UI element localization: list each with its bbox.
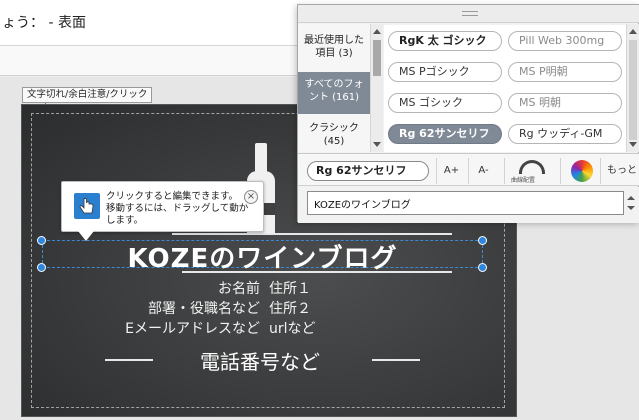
- editor-window: ょう： - 表面 文字切れ/余白注意/クリック KOZEのワインブログ お名前 …: [0, 0, 639, 420]
- more-button[interactable]: もっと >: [600, 158, 639, 184]
- resize-handle-top-left[interactable]: [37, 236, 46, 245]
- font-option[interactable]: MS Pゴシック: [388, 62, 502, 82]
- color-wheel-icon: [571, 160, 593, 182]
- scroll-up-icon[interactable]: [629, 29, 637, 34]
- font-grid-scrollbar[interactable]: [626, 24, 639, 152]
- scroll-thumb[interactable]: [373, 40, 381, 76]
- font-option[interactable]: RgK 太 ゴシック: [388, 31, 502, 51]
- scroll-track[interactable]: [629, 40, 637, 140]
- department-text[interactable]: 部署・役職名など: [82, 298, 260, 318]
- tooltip-line-1: クリックすると編集できます。: [106, 191, 239, 202]
- current-font-display[interactable]: Rg 62サンセリフ: [307, 161, 429, 181]
- curve-text-label: 曲線配置: [511, 177, 536, 184]
- close-icon[interactable]: ×: [244, 190, 258, 204]
- bleed-warning-label[interactable]: 文字切れ/余白注意/クリック: [22, 87, 153, 103]
- address2-text[interactable]: 住所２: [269, 298, 311, 318]
- grip-icon: [462, 11, 478, 16]
- category-recent[interactable]: 最近使用した項目 (3): [298, 28, 370, 66]
- font-grid: RgK 太 ゴシック Pill Web 300mg MS Pゴシック MS P明…: [384, 25, 626, 152]
- text-edit-row: [298, 187, 639, 223]
- font-category-list: 最近使用した項目 (3) すべてのフォント (161) クラシック (45): [298, 24, 370, 152]
- color-button[interactable]: [560, 158, 600, 184]
- scroll-up-icon[interactable]: [373, 29, 381, 34]
- scroll-down-icon[interactable]: [373, 142, 381, 147]
- size-down-button[interactable]: A-: [468, 158, 498, 184]
- curve-text-button[interactable]: 曲線配置: [504, 158, 558, 184]
- resize-handle-bottom-left[interactable]: [37, 263, 46, 272]
- url-text[interactable]: urlなど: [269, 318, 316, 338]
- resize-handle-top-right[interactable]: [478, 236, 487, 245]
- title-bottom-rule: [182, 271, 452, 273]
- tooltip-line-2: 移動するには、ドラッグして動かします。: [106, 203, 249, 226]
- phone-text[interactable]: 電話番号など: [22, 346, 516, 375]
- font-toolbar: Rg 62サンセリフ A+ A- 曲線配置 もっと >: [298, 153, 639, 186]
- font-picker-panel: 最近使用した項目 (3) すべてのフォント (161) クラシック (45) R…: [297, 4, 639, 223]
- address1-text[interactable]: 住所１: [269, 278, 311, 298]
- title-top-rule: [172, 233, 452, 235]
- curve-text-icon: [519, 160, 545, 174]
- name-text[interactable]: お名前: [172, 278, 260, 298]
- category-scrollbar[interactable]: [370, 24, 383, 152]
- scroll-down-icon[interactable]: [629, 142, 637, 147]
- phone-right-rule: [372, 359, 420, 361]
- scroll-down-icon[interactable]: [627, 206, 635, 210]
- font-option[interactable]: MS P明朝: [508, 62, 622, 82]
- category-classic[interactable]: クラシック (45): [298, 116, 370, 154]
- font-option[interactable]: MS 明朝: [508, 93, 622, 113]
- tooltip-arrow: [78, 231, 94, 241]
- text-input[interactable]: [307, 191, 624, 215]
- category-all-fonts[interactable]: すべてのフォント (161): [298, 72, 370, 114]
- tooltip-text: クリックすると編集できます。 移動するには、ドラッグして動かします。: [106, 191, 256, 227]
- panel-drag-handle[interactable]: [298, 5, 639, 23]
- page-title: ょう： - 表面: [2, 15, 86, 31]
- card-title-text[interactable]: KOZEのワインブログ: [42, 238, 483, 275]
- edit-tooltip: クリックすると編集できます。 移動するには、ドラッグして動かします。 ×: [61, 181, 264, 232]
- font-option[interactable]: MS ゴシック: [388, 93, 502, 113]
- font-option[interactable]: Pill Web 300mg: [508, 31, 622, 51]
- text-input-spinner[interactable]: [625, 191, 637, 215]
- scroll-up-icon[interactable]: [627, 196, 635, 200]
- email-text[interactable]: Eメールアドレスなど: [72, 318, 260, 338]
- resize-handle-bottom-right[interactable]: [478, 263, 487, 272]
- font-option-selected[interactable]: Rg 62サンセリフ: [388, 124, 502, 144]
- font-option[interactable]: Rg ウッディ-GM: [508, 124, 622, 144]
- size-up-button[interactable]: A+: [436, 158, 466, 184]
- hand-pointer-icon: [74, 193, 100, 219]
